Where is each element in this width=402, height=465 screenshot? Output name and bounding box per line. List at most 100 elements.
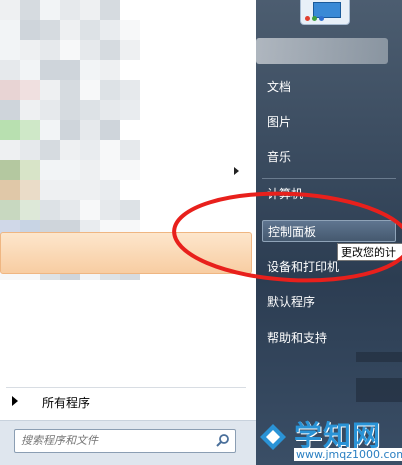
- mosaic-tile: [60, 120, 80, 140]
- watermark: 学知网 www.jmqz1000.com: [258, 414, 402, 465]
- mosaic-tile: [100, 180, 120, 200]
- mosaic-tile: [40, 140, 60, 160]
- mosaic-tile: [40, 20, 60, 40]
- mosaic-tile: [60, 20, 80, 40]
- menu-item-music[interactable]: 音乐: [262, 146, 396, 168]
- mosaic-tile: [100, 160, 120, 180]
- mosaic-tile: [120, 80, 140, 100]
- start-menu-left-pane: 所有程序: [0, 0, 257, 465]
- mosaic-tile: [120, 100, 140, 120]
- mosaic-tile: [20, 40, 40, 60]
- mosaic-tile: [80, 160, 100, 180]
- mosaic-tile: [20, 0, 40, 20]
- search-icon[interactable]: [215, 433, 231, 449]
- submenu-arrow-icon[interactable]: [234, 167, 239, 175]
- right-separator: [262, 178, 396, 179]
- monitor-icon: [313, 2, 341, 18]
- mosaic-tile: [60, 40, 80, 60]
- highlighted-program-item[interactable]: [0, 232, 252, 274]
- menu-item-documents[interactable]: 文档: [262, 76, 396, 98]
- mosaic-tile: [0, 20, 20, 40]
- mosaic-tile: [60, 100, 80, 120]
- mosaic-tile: [80, 80, 100, 100]
- background-window-strip: [356, 352, 402, 362]
- mosaic-tile: [100, 40, 120, 60]
- mosaic-tile: [80, 200, 100, 220]
- mosaic-tile: [60, 60, 80, 80]
- menu-item-pictures[interactable]: 图片: [262, 111, 396, 133]
- search-input[interactable]: [21, 432, 201, 449]
- watermark-logo-icon: [260, 424, 286, 450]
- mosaic-tile: [80, 180, 100, 200]
- mosaic-tile: [0, 60, 20, 80]
- mosaic-tile: [0, 0, 20, 20]
- mosaic-tile: [120, 20, 140, 40]
- mosaic-tile: [0, 40, 20, 60]
- mosaic-tile: [0, 200, 20, 220]
- mosaic-tile: [20, 120, 40, 140]
- mosaic-tile: [80, 0, 100, 20]
- triangle-right-icon: [12, 396, 18, 406]
- mosaic-tile: [120, 160, 140, 180]
- mosaic-tile: [100, 120, 120, 140]
- mosaic-tile: [100, 140, 120, 160]
- mosaic-tile: [40, 180, 60, 200]
- mosaic-tile: [60, 80, 80, 100]
- mosaic-tile: [40, 120, 60, 140]
- mosaic-tile: [20, 80, 40, 100]
- mosaic-tile: [20, 200, 40, 220]
- mosaic-tile: [120, 140, 140, 160]
- menu-item-control-panel[interactable]: 控制面板: [262, 220, 396, 242]
- mosaic-tile: [40, 160, 60, 180]
- mosaic-tile: [0, 100, 20, 120]
- dot-icon: [319, 16, 324, 21]
- menu-item-computer[interactable]: 计算机: [262, 183, 396, 205]
- search-area: [0, 420, 256, 465]
- mosaic-tile: [100, 200, 120, 220]
- mosaic-tile: [120, 40, 140, 60]
- mosaic-tile: [60, 140, 80, 160]
- mosaic-tile: [0, 140, 20, 160]
- mosaic-tile: [20, 60, 40, 80]
- mosaic-tile: [40, 200, 60, 220]
- mosaic-tile: [60, 0, 80, 20]
- mosaic-tile: [40, 40, 60, 60]
- mosaic-tile: [100, 0, 120, 20]
- mosaic-tile: [60, 180, 80, 200]
- all-programs-label: 所有程序: [42, 396, 91, 410]
- mosaic-tile: [120, 200, 140, 220]
- left-separator: [6, 387, 246, 388]
- mosaic-tile: [0, 180, 20, 200]
- user-picture[interactable]: [300, 0, 350, 25]
- all-programs-button[interactable]: 所有程序: [0, 392, 250, 412]
- mosaic-tile: [20, 140, 40, 160]
- mosaic-tile: [100, 100, 120, 120]
- control-panel-tooltip: 更改您的计: [337, 243, 402, 261]
- search-box[interactable]: [14, 429, 236, 453]
- mosaic-tile: [100, 20, 120, 40]
- mosaic-tile: [80, 40, 100, 60]
- mosaic-tile: [40, 0, 60, 20]
- background-window-strip: [356, 378, 402, 402]
- mosaic-tile: [0, 120, 20, 140]
- mosaic-tile: [40, 60, 60, 80]
- mosaic-tile: [20, 20, 40, 40]
- menu-item-default-programs[interactable]: 默认程序: [262, 291, 396, 313]
- mosaic-tile: [20, 180, 40, 200]
- mosaic-tile: [40, 80, 60, 100]
- mosaic-tile: [80, 60, 100, 80]
- mosaic-tile: [100, 80, 120, 100]
- dot-icon: [312, 16, 317, 21]
- user-name-blurred[interactable]: [256, 38, 388, 64]
- mosaic-tile: [0, 160, 20, 180]
- menu-item-help-support[interactable]: 帮助和支持: [262, 327, 396, 349]
- mosaic-tile: [20, 160, 40, 180]
- mosaic-tile: [80, 120, 100, 140]
- mosaic-tile: [60, 200, 80, 220]
- mosaic-tile: [60, 160, 80, 180]
- mosaic-tile: [100, 60, 120, 80]
- mosaic-tile: [80, 100, 100, 120]
- mosaic-tile: [20, 100, 40, 120]
- mosaic-tile: [80, 20, 100, 40]
- dot-icon: [305, 16, 310, 21]
